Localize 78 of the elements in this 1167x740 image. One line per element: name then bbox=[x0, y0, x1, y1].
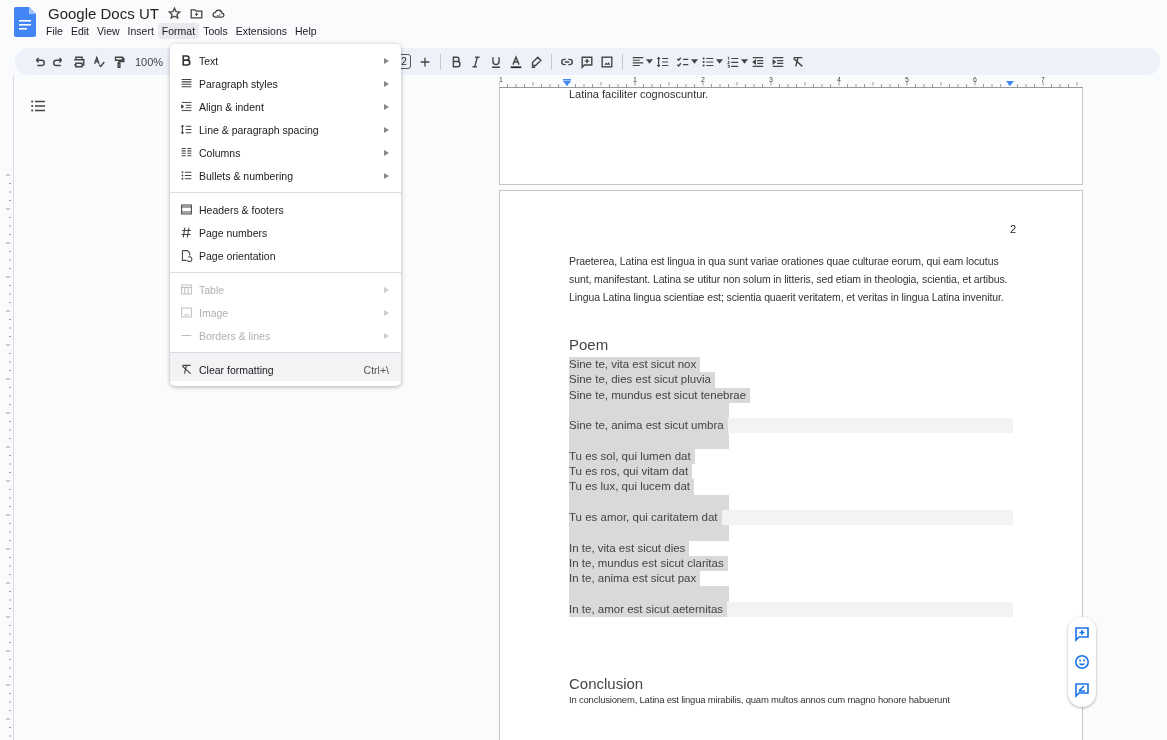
table-icon bbox=[180, 283, 193, 296]
page-number: 2 bbox=[1008, 223, 1016, 235]
decrease-indent-icon[interactable] bbox=[750, 54, 765, 69]
clear-formatting-icon bbox=[180, 363, 193, 376]
menu-option[interactable]: Paragraph styles bbox=[170, 72, 401, 95]
menu-option-label: Paragraph styles bbox=[199, 77, 279, 90]
menu-option-label: Borders & lines bbox=[199, 329, 272, 342]
outline-icon[interactable] bbox=[31, 100, 45, 112]
menu-item[interactable]: View bbox=[93, 23, 124, 39]
menu-item[interactable]: Tools bbox=[199, 23, 232, 39]
print-icon[interactable] bbox=[72, 54, 86, 69]
shortcut-text: Ctrl+\ bbox=[363, 363, 389, 376]
checklist-icon[interactable] bbox=[675, 54, 690, 69]
menu-option-label: Page numbers bbox=[199, 226, 269, 239]
heading: Conclusion bbox=[569, 675, 645, 693]
menu-option[interactable]: Page orientation bbox=[170, 244, 401, 267]
document-title[interactable]: Google Docs UT bbox=[48, 5, 159, 22]
menu-option[interactable]: Line & paragraph spacing bbox=[170, 118, 401, 141]
indent-marker[interactable] bbox=[563, 79, 571, 86]
cloud-icon[interactable] bbox=[211, 7, 225, 20]
smiley-icon[interactable] bbox=[1074, 654, 1090, 670]
add-comment-icon[interactable] bbox=[1074, 626, 1090, 642]
text-color-icon[interactable] bbox=[508, 54, 523, 69]
increase-indent-icon[interactable] bbox=[770, 54, 785, 69]
menu-item[interactable]: Extensions bbox=[231, 23, 291, 39]
menu-item[interactable]: Insert bbox=[123, 23, 158, 39]
menu-option[interactable]: Columns bbox=[170, 141, 401, 164]
columns-icon bbox=[180, 146, 193, 159]
menu-option[interactable]: Headers & footers bbox=[170, 192, 401, 221]
bulleted-list-icon bbox=[180, 169, 193, 182]
menu-option-label: Align & indent bbox=[199, 100, 265, 113]
menu-item[interactable]: Help bbox=[291, 23, 321, 39]
star-icon[interactable] bbox=[167, 7, 181, 20]
image-icon[interactable] bbox=[599, 54, 614, 69]
add-comment-icon[interactable] bbox=[579, 54, 594, 69]
menu-option[interactable]: Clear formatting Ctrl+\ bbox=[170, 352, 401, 381]
body-text: Latina faciliter cognoscuntur. bbox=[569, 88, 710, 100]
bulleted-list-icon[interactable] bbox=[700, 54, 715, 69]
caret-icon[interactable] bbox=[645, 58, 653, 65]
folder-icon[interactable] bbox=[189, 7, 203, 20]
caret-icon[interactable] bbox=[740, 58, 748, 65]
heading: Poem bbox=[569, 336, 610, 353]
indent-marker[interactable] bbox=[1006, 81, 1014, 86]
menu-option-label: Bullets & numbering bbox=[199, 169, 294, 182]
body-paragraph: In conclusionem, Latina est lingua mirabilis, quam multos annos cum magno honore habuerunt bbox=[569, 694, 951, 706]
menu-option-label: Headers & footers bbox=[199, 203, 285, 216]
hash-icon bbox=[180, 226, 193, 239]
menu-option-label: Columns bbox=[199, 146, 242, 159]
menu-option-label: Image bbox=[199, 306, 230, 319]
suggest-edit-icon[interactable] bbox=[1074, 682, 1090, 698]
menu-option-label: Page orientation bbox=[199, 249, 277, 262]
align-left-icon[interactable] bbox=[630, 54, 645, 69]
menu-option[interactable]: Page numbers bbox=[170, 221, 401, 244]
menu-option-label: Clear formatting bbox=[199, 363, 275, 376]
menu-option[interactable]: Align & indent bbox=[170, 95, 401, 118]
line-spacing-icon[interactable] bbox=[655, 54, 670, 69]
zoom-value[interactable]: 100% bbox=[135, 55, 164, 68]
body-paragraph: Praeterea, Latina est lingua in qua sunt variae orationes quae culturae eorum, qui eam locutus sunt, manifestant. Latina se utitur non solum in litteris, sed etiam in theologia, scientia, et artibus. Lingua Latina lingua scientiae est; scientia quaerit veritatem, et veritas in lingua Latina invenitur. bbox=[569, 254, 1009, 305]
menu-option-label: Text bbox=[199, 54, 220, 67]
paint-format-icon[interactable] bbox=[112, 54, 126, 69]
menu-item[interactable]: File bbox=[42, 23, 67, 39]
docs-logo-icon[interactable] bbox=[14, 7, 36, 37]
numbered-list-icon[interactable] bbox=[725, 54, 740, 69]
indent-icon bbox=[180, 100, 193, 113]
page-rotate-icon bbox=[180, 249, 193, 262]
menu-option-label: Line & paragraph spacing bbox=[199, 123, 320, 136]
caret-icon[interactable] bbox=[690, 58, 698, 65]
bold-icon bbox=[180, 54, 193, 67]
caret-icon[interactable] bbox=[715, 58, 723, 65]
spellcheck-icon[interactable] bbox=[92, 54, 106, 69]
header-footer-icon bbox=[180, 203, 193, 216]
image-icon bbox=[180, 306, 193, 319]
line-spacing-icon bbox=[180, 123, 193, 136]
lines-icon bbox=[180, 77, 193, 90]
menu-item[interactable]: Format bbox=[157, 23, 200, 39]
menu-item[interactable]: Edit bbox=[66, 23, 93, 39]
menu-option[interactable]: Bullets & numbering bbox=[170, 164, 401, 187]
menu-option-label: Table bbox=[199, 283, 226, 296]
